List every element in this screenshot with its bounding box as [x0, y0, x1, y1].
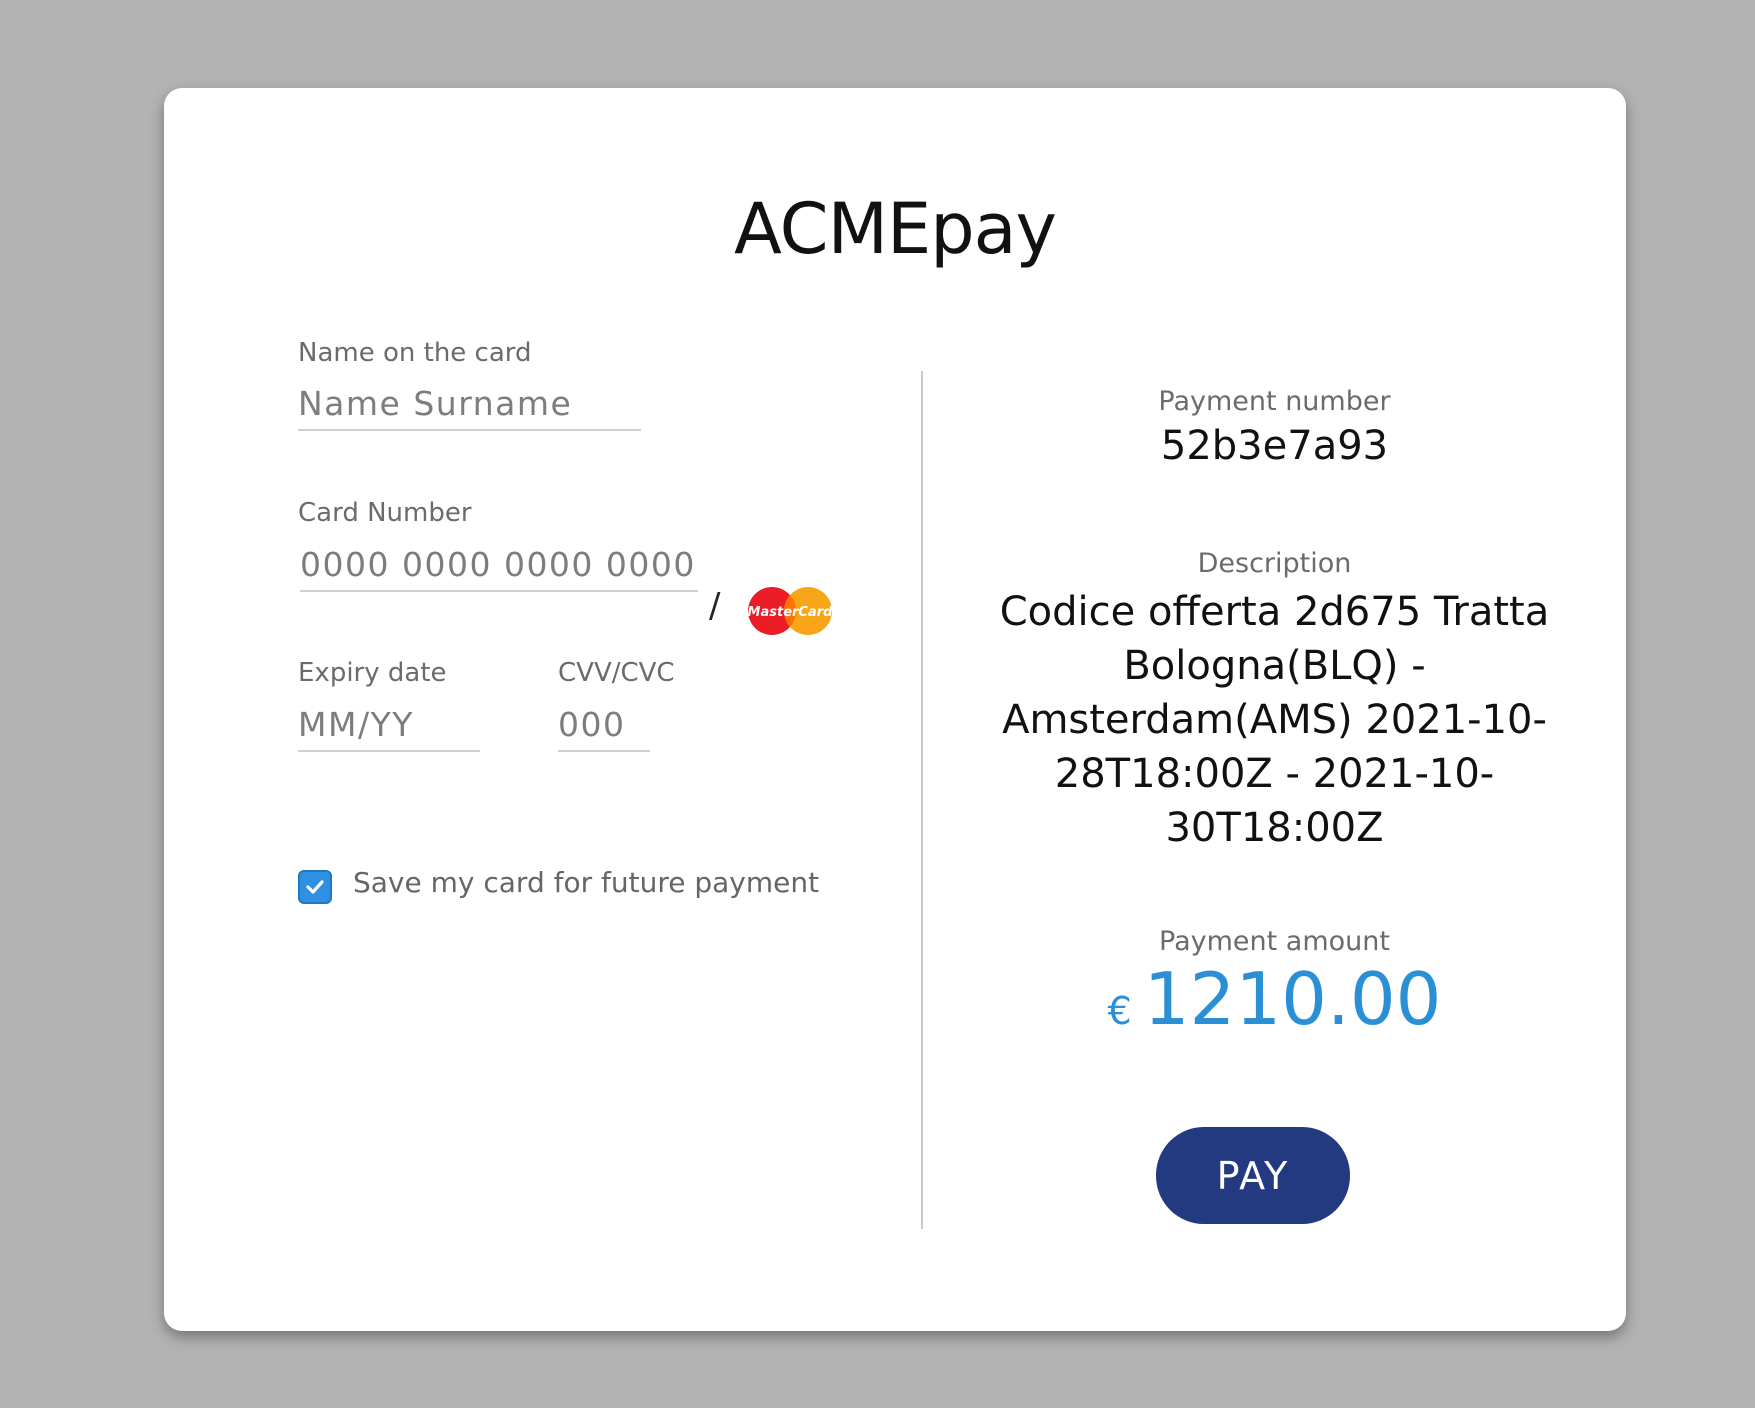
payment-amount-section: Payment amount €1210.00 [923, 926, 1626, 1041]
mastercard-logo: MasterCard [744, 584, 836, 638]
svg-text:MasterCard: MasterCard [748, 605, 834, 620]
brand-title: ACMEpay [734, 188, 1057, 270]
check-icon [306, 880, 324, 894]
save-card-label: Save my card for future payment [353, 866, 820, 899]
payment-number-section: Payment number 52b3e7a93 [923, 386, 1626, 469]
card-number-input[interactable] [300, 545, 698, 592]
card-number-separator: / [709, 586, 721, 626]
expiry-date-input[interactable] [298, 705, 480, 752]
currency-symbol: € [1107, 989, 1132, 1033]
payment-card: ACMEpay Name on the card Card Number / M… [164, 88, 1626, 1331]
payment-number-label: Payment number [1158, 386, 1391, 417]
payment-amount-value: 1210.00 [1143, 957, 1442, 1041]
payment-number-value: 52b3e7a93 [1160, 423, 1389, 469]
pay-button[interactable]: PAY [1156, 1127, 1350, 1224]
expiry-date-label: Expiry date [298, 658, 447, 688]
payment-amount: €1210.00 [923, 957, 1626, 1041]
payment-amount-label: Payment amount [1159, 926, 1390, 957]
cvv-input[interactable] [558, 705, 650, 752]
save-card-checkbox[interactable] [298, 870, 332, 904]
name-on-card-input[interactable] [298, 384, 641, 431]
description-section: Description Codice offerta 2d675 Tratta … [923, 548, 1626, 855]
description-label: Description [1197, 548, 1352, 579]
name-on-card-label: Name on the card [298, 338, 532, 368]
description-value: Codice offerta 2d675 Tratta Bologna(BLQ)… [999, 589, 1550, 851]
card-number-label: Card Number [298, 498, 472, 528]
cvv-label: CVV/CVC [558, 658, 675, 688]
